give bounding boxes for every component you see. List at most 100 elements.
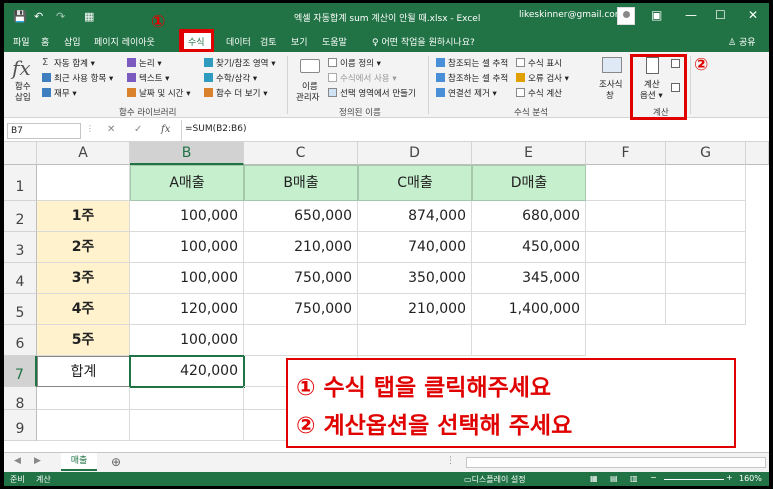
cell-f3[interactable] xyxy=(586,232,666,263)
cell-c6[interactable] xyxy=(244,325,358,356)
sheet-tab-sales[interactable]: 매출 xyxy=(61,453,97,471)
use-in-formula-button[interactable]: 수식에서 사용 ▾ xyxy=(340,72,397,84)
normal-view-icon[interactable]: ▦ xyxy=(590,474,598,483)
cell-a7[interactable]: 합계 xyxy=(37,356,130,387)
cell-e5[interactable]: 1,400,000 xyxy=(472,294,586,325)
cell-c1[interactable]: B매출 xyxy=(244,165,358,201)
page-break-view-icon[interactable]: ▥ xyxy=(630,474,638,483)
cell-e3[interactable]: 450,000 xyxy=(472,232,586,263)
recent-button[interactable]: 최근 사용 항목 ▾ xyxy=(54,72,113,84)
cell-a2[interactable]: 1주 xyxy=(37,201,130,232)
tab-review[interactable]: 검토 xyxy=(260,35,277,48)
cell-a1[interactable] xyxy=(37,165,130,201)
row-header-6[interactable]: 6 xyxy=(4,325,37,356)
cell-f5[interactable] xyxy=(586,294,666,325)
cell-d5[interactable]: 210,000 xyxy=(358,294,472,325)
column-header-c[interactable]: C xyxy=(244,142,358,165)
zoom-level[interactable]: 160% xyxy=(739,474,762,483)
tab-home[interactable]: 홈 xyxy=(41,35,49,48)
next-sheet-icon[interactable]: ▶ xyxy=(34,456,41,466)
cell-c5[interactable]: 750,000 xyxy=(244,294,358,325)
datetime-button[interactable]: 날짜 및 시간 ▾ xyxy=(139,87,190,99)
account-name[interactable]: likeskinner@gmail.com xyxy=(519,10,624,20)
cell-e6[interactable] xyxy=(472,325,586,356)
cell-g2[interactable] xyxy=(666,201,746,232)
formula-input[interactable]: =SUM(B2:B6) xyxy=(185,124,246,134)
zoom-in-icon[interactable]: + xyxy=(726,473,733,482)
row-header-2[interactable]: 2 xyxy=(4,201,37,232)
tab-page-layout[interactable]: 페이지 레이아웃 xyxy=(94,35,155,48)
column-header-e[interactable]: E xyxy=(472,142,586,165)
horizontal-scrollbar[interactable] xyxy=(466,457,766,468)
tell-me-search[interactable]: ♀ 어떤 작업을 원하시나요? xyxy=(372,35,475,48)
cell-c4[interactable]: 750,000 xyxy=(244,263,358,294)
tab-view[interactable]: 보기 xyxy=(291,35,308,48)
cell-b1[interactable]: A매출 xyxy=(130,165,244,201)
select-all-corner[interactable] xyxy=(4,142,37,165)
cell-b3[interactable]: 100,000 xyxy=(130,232,244,263)
text-button[interactable]: 텍스트 ▾ xyxy=(139,72,169,84)
remove-arrows-button[interactable]: 연결선 제거 ▾ xyxy=(448,87,497,99)
autosum-button[interactable]: 자동 합계 ▾ xyxy=(54,57,95,69)
row-header-1[interactable]: 1 xyxy=(4,165,37,201)
more-functions-button[interactable]: 함수 더 보기 ▾ xyxy=(216,87,267,99)
name-box[interactable]: B7 xyxy=(7,123,81,139)
cell-g3[interactable] xyxy=(666,232,746,263)
cell-e2[interactable]: 680,000 xyxy=(472,201,586,232)
cell-a4[interactable]: 3주 xyxy=(37,263,130,294)
share-button[interactable]: ♙ 공유 xyxy=(728,35,756,48)
row-header-5[interactable]: 5 xyxy=(4,294,37,325)
tab-insert[interactable]: 삽입 xyxy=(64,35,81,48)
column-header-d[interactable]: D xyxy=(358,142,472,165)
math-button[interactable]: 수학/삼각 ▾ xyxy=(216,72,257,84)
column-header-a[interactable]: A xyxy=(37,142,130,165)
cell-a6[interactable]: 5주 xyxy=(37,325,130,356)
cell-b6[interactable]: 100,000 xyxy=(130,325,244,356)
cell-d6[interactable] xyxy=(358,325,472,356)
cell-a3[interactable]: 2주 xyxy=(37,232,130,263)
cell-f2[interactable] xyxy=(586,201,666,232)
cell-d2[interactable]: 874,000 xyxy=(358,201,472,232)
column-header-g[interactable]: G xyxy=(666,142,746,165)
cancel-icon[interactable]: ✕ xyxy=(107,124,115,135)
cell-b5[interactable]: 120,000 xyxy=(130,294,244,325)
cell-a5[interactable]: 4주 xyxy=(37,294,130,325)
financial-button[interactable]: 재무 ▾ xyxy=(54,87,77,99)
cell-d4[interactable]: 350,000 xyxy=(358,263,472,294)
insert-function-label-2[interactable]: 삽입 xyxy=(15,91,31,103)
minimize-button[interactable]: — xyxy=(685,8,697,22)
name-manager-label-2[interactable]: 관리자 xyxy=(296,91,319,103)
evaluate-formula-button[interactable]: 수식 계산 xyxy=(528,87,562,99)
display-settings-button[interactable]: ▭디스플레이 설정 xyxy=(464,474,526,485)
cell-b4[interactable]: 100,000 xyxy=(130,263,244,294)
row-header-7[interactable]: 7 xyxy=(4,356,37,387)
print-preview-icon[interactable]: ▦ xyxy=(84,10,94,23)
row-header-3[interactable]: 3 xyxy=(4,232,37,263)
cell-g5[interactable] xyxy=(666,294,746,325)
cell-b2[interactable]: 100,000 xyxy=(130,201,244,232)
cell-c3[interactable]: 210,000 xyxy=(244,232,358,263)
row-header-4[interactable]: 4 xyxy=(4,263,37,294)
cell-g4[interactable] xyxy=(666,263,746,294)
save-icon[interactable]: 💾 xyxy=(13,10,27,23)
tab-help[interactable]: 도움말 xyxy=(322,35,347,48)
column-header-f[interactable]: F xyxy=(586,142,666,165)
logical-button[interactable]: 논리 ▾ xyxy=(139,57,162,69)
cell-a9[interactable] xyxy=(37,410,130,441)
cell-g1[interactable] xyxy=(666,165,746,201)
redo-icon[interactable]: ↷ xyxy=(56,10,65,23)
tab-data[interactable]: 데이터 xyxy=(226,35,251,48)
cell-b8[interactable] xyxy=(130,387,244,410)
cell-e1[interactable]: D매출 xyxy=(472,165,586,201)
prev-sheet-icon[interactable]: ◀ xyxy=(14,456,21,466)
column-header-b[interactable]: B xyxy=(130,142,244,165)
cell-d3[interactable]: 740,000 xyxy=(358,232,472,263)
tab-file[interactable]: 파일 xyxy=(13,35,30,48)
trace-dependents-button[interactable]: 참조하는 셀 추적 xyxy=(448,72,508,84)
avatar[interactable] xyxy=(617,7,635,25)
create-from-selection-button[interactable]: 선택 영역에서 만들기 xyxy=(340,87,416,99)
undo-icon[interactable]: ↶ xyxy=(34,10,43,23)
cell-e4[interactable]: 345,000 xyxy=(472,263,586,294)
error-checking-button[interactable]: 오류 검사 ▾ xyxy=(528,72,569,84)
row-header-9[interactable]: 9 xyxy=(4,410,37,441)
